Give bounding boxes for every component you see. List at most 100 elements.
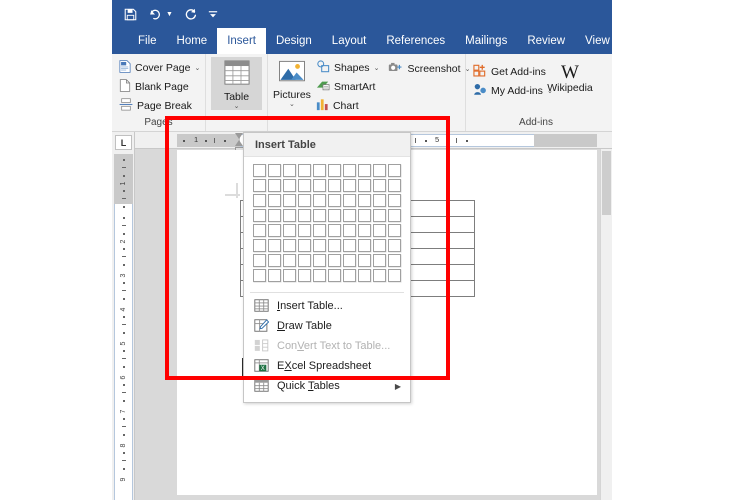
table-size-cell[interactable] [373, 269, 386, 282]
chart-button[interactable]: Chart [314, 97, 384, 115]
table-size-cell[interactable] [268, 164, 281, 177]
table-size-cell[interactable] [388, 254, 401, 267]
table-size-cell[interactable] [283, 254, 296, 267]
table-size-cell[interactable] [343, 164, 356, 177]
table-size-cell[interactable] [298, 254, 311, 267]
table-size-cell[interactable] [358, 239, 371, 252]
table-cell[interactable] [403, 217, 475, 233]
cover-page-button[interactable]: Cover Page ⌄ [117, 59, 204, 77]
shapes-button[interactable]: Shapes ⌄ [314, 59, 384, 77]
table-size-cell[interactable] [283, 179, 296, 192]
table-size-cell[interactable] [373, 209, 386, 222]
table-size-cell[interactable] [268, 194, 281, 207]
table-size-cell[interactable] [373, 179, 386, 192]
table-move-handle[interactable] [225, 183, 240, 198]
table-size-cell[interactable] [358, 224, 371, 237]
table-size-cell[interactable] [283, 239, 296, 252]
hanging-indent-icon[interactable] [235, 140, 243, 146]
table-size-cell[interactable] [268, 179, 281, 192]
table-size-cell[interactable] [388, 269, 401, 282]
table-size-cell[interactable] [328, 179, 341, 192]
table-size-cell[interactable] [388, 209, 401, 222]
table-size-cell[interactable] [343, 194, 356, 207]
table-cell[interactable] [403, 249, 475, 265]
table-size-cell[interactable] [388, 179, 401, 192]
tab-home[interactable]: Home [167, 28, 218, 54]
table-cell[interactable] [403, 265, 475, 281]
tab-references[interactable]: References [376, 28, 455, 54]
table-size-cell[interactable] [253, 239, 266, 252]
table-size-cell[interactable] [313, 179, 326, 192]
page-break-button[interactable]: Page Break [117, 97, 204, 115]
tab-review[interactable]: Review [517, 28, 575, 54]
table-size-cell[interactable] [373, 164, 386, 177]
table-size-cell[interactable] [358, 269, 371, 282]
redo-icon[interactable] [184, 8, 197, 21]
table-size-cell[interactable] [328, 239, 341, 252]
tab-file[interactable]: File [128, 28, 167, 54]
table-size-cell[interactable] [343, 209, 356, 222]
table-size-cell[interactable] [313, 239, 326, 252]
smartart-button[interactable]: SmartArt [314, 78, 384, 96]
cover-page-caret-icon[interactable]: ⌄ [194, 64, 200, 72]
table-size-cell[interactable] [373, 194, 386, 207]
table-size-cell[interactable] [388, 164, 401, 177]
table-size-cell[interactable] [298, 209, 311, 222]
table-size-cell[interactable] [298, 269, 311, 282]
table-size-cell[interactable] [328, 254, 341, 267]
table-size-cell[interactable] [253, 179, 266, 192]
table-size-cell[interactable] [388, 239, 401, 252]
table-size-cell[interactable] [328, 269, 341, 282]
menu-item-quick-tables[interactable]: Quick Tables ▶ [244, 376, 410, 396]
table-size-cell[interactable] [328, 164, 341, 177]
table-size-cell[interactable] [268, 224, 281, 237]
table-cell[interactable] [403, 233, 475, 249]
pictures-caret-icon[interactable]: ⌄ [289, 100, 295, 108]
pictures-button[interactable]: Pictures ⌄ [273, 57, 311, 108]
table-size-cell[interactable] [358, 209, 371, 222]
vertical-ruler[interactable]: L 1 2 3 4 [112, 132, 135, 500]
table-size-cell[interactable] [253, 269, 266, 282]
table-cell[interactable] [403, 281, 475, 297]
table-size-cell[interactable] [328, 209, 341, 222]
table-button[interactable]: Table ⌄ [211, 57, 262, 110]
table-size-cell[interactable] [253, 164, 266, 177]
table-size-cell[interactable] [283, 224, 296, 237]
table-cell[interactable] [403, 201, 475, 217]
tab-view[interactable]: View [575, 28, 612, 54]
undo-icon[interactable] [148, 8, 162, 21]
menu-item-excel-spreadsheet[interactable]: X EXcel Spreadsheet [244, 356, 410, 376]
table-size-cell[interactable] [358, 164, 371, 177]
table-size-cell[interactable] [358, 254, 371, 267]
table-size-cell[interactable] [313, 164, 326, 177]
table-size-cell[interactable] [388, 224, 401, 237]
tab-layout[interactable]: Layout [322, 28, 377, 54]
blank-page-button[interactable]: Blank Page [117, 78, 204, 96]
table-size-grid[interactable] [244, 157, 410, 290]
first-line-indent-icon[interactable] [235, 133, 243, 139]
customize-qat-icon[interactable] [208, 9, 218, 20]
table-size-cell[interactable] [298, 239, 311, 252]
screenshot-button[interactable]: Screenshot ⌄ [386, 60, 474, 78]
table-size-cell[interactable] [388, 194, 401, 207]
table-size-cell[interactable] [313, 254, 326, 267]
table-size-cell[interactable] [268, 254, 281, 267]
table-size-cell[interactable] [298, 224, 311, 237]
table-size-cell[interactable] [343, 269, 356, 282]
table-size-cell[interactable] [283, 209, 296, 222]
table-size-cell[interactable] [373, 239, 386, 252]
table-size-cell[interactable] [358, 194, 371, 207]
table-size-cell[interactable] [313, 209, 326, 222]
table-size-cell[interactable] [343, 179, 356, 192]
tab-insert[interactable]: Insert [217, 28, 266, 54]
table-size-cell[interactable] [373, 254, 386, 267]
table-size-cell[interactable] [283, 269, 296, 282]
insert-table-dropdown[interactable]: Insert Table [243, 132, 411, 403]
table-size-cell[interactable] [313, 224, 326, 237]
menu-item-insert-table[interactable]: Insert Table... [244, 296, 410, 316]
table-size-cell[interactable] [373, 224, 386, 237]
table-size-cell[interactable] [298, 194, 311, 207]
scrollbar-thumb[interactable] [602, 151, 611, 215]
table-size-cell[interactable] [298, 164, 311, 177]
menu-item-draw-table[interactable]: Draw Table [244, 316, 410, 336]
